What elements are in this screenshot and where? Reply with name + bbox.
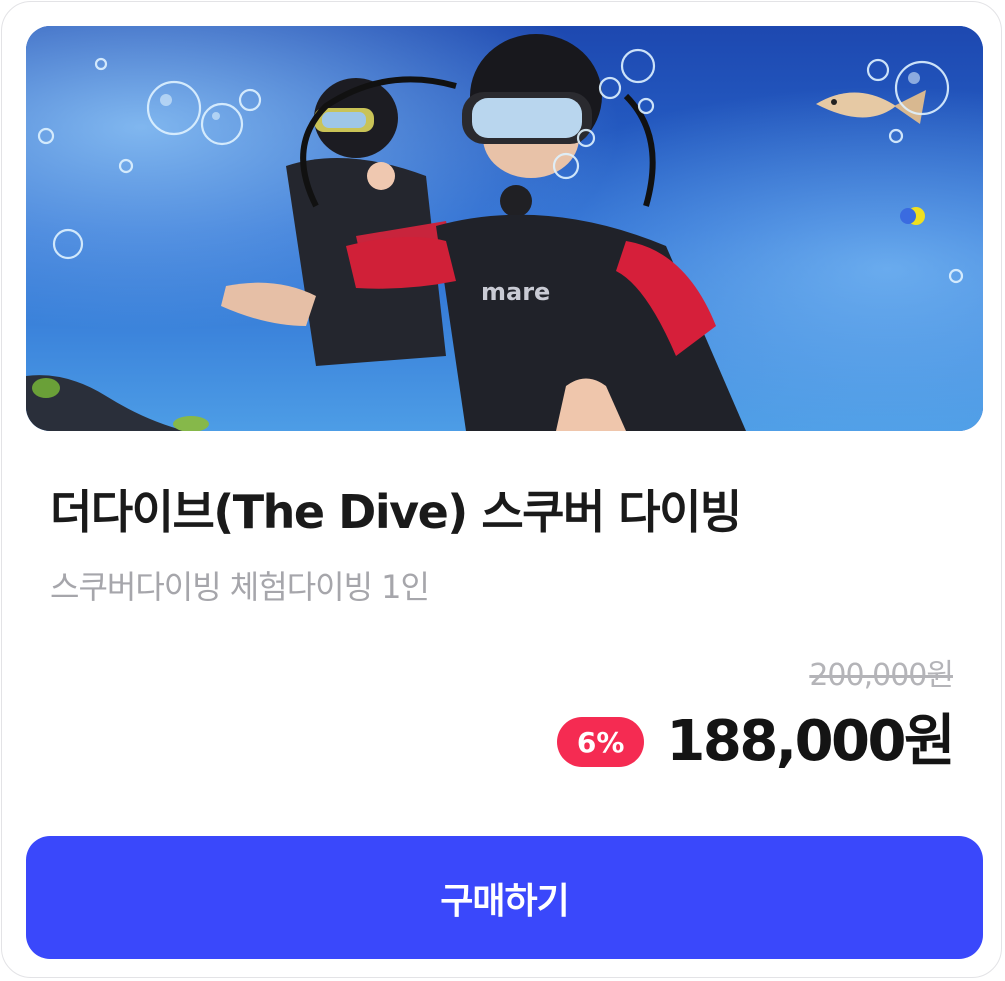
product-card: mare 더다이브(The Dive) 스쿠버 다이빙 스쿠버다이빙 체험다이빙… [1,1,1002,978]
discount-badge: 6% [556,717,645,767]
wetsuit-logo: mare [481,278,550,306]
sale-price: 188,000원 [666,709,955,774]
product-title: 더다이브(The Dive) 스쿠버 다이빙 [50,485,742,539]
diving-photo-illustration: mare [26,26,983,431]
original-price: 200,000원 [809,658,954,693]
price-row: 6% 188,000원 [556,706,955,778]
buy-button[interactable]: 구매하기 [26,836,983,959]
product-subtitle: 스쿠버다이빙 체험다이빙 1인 [50,568,430,606]
product-image[interactable]: mare [26,26,983,431]
